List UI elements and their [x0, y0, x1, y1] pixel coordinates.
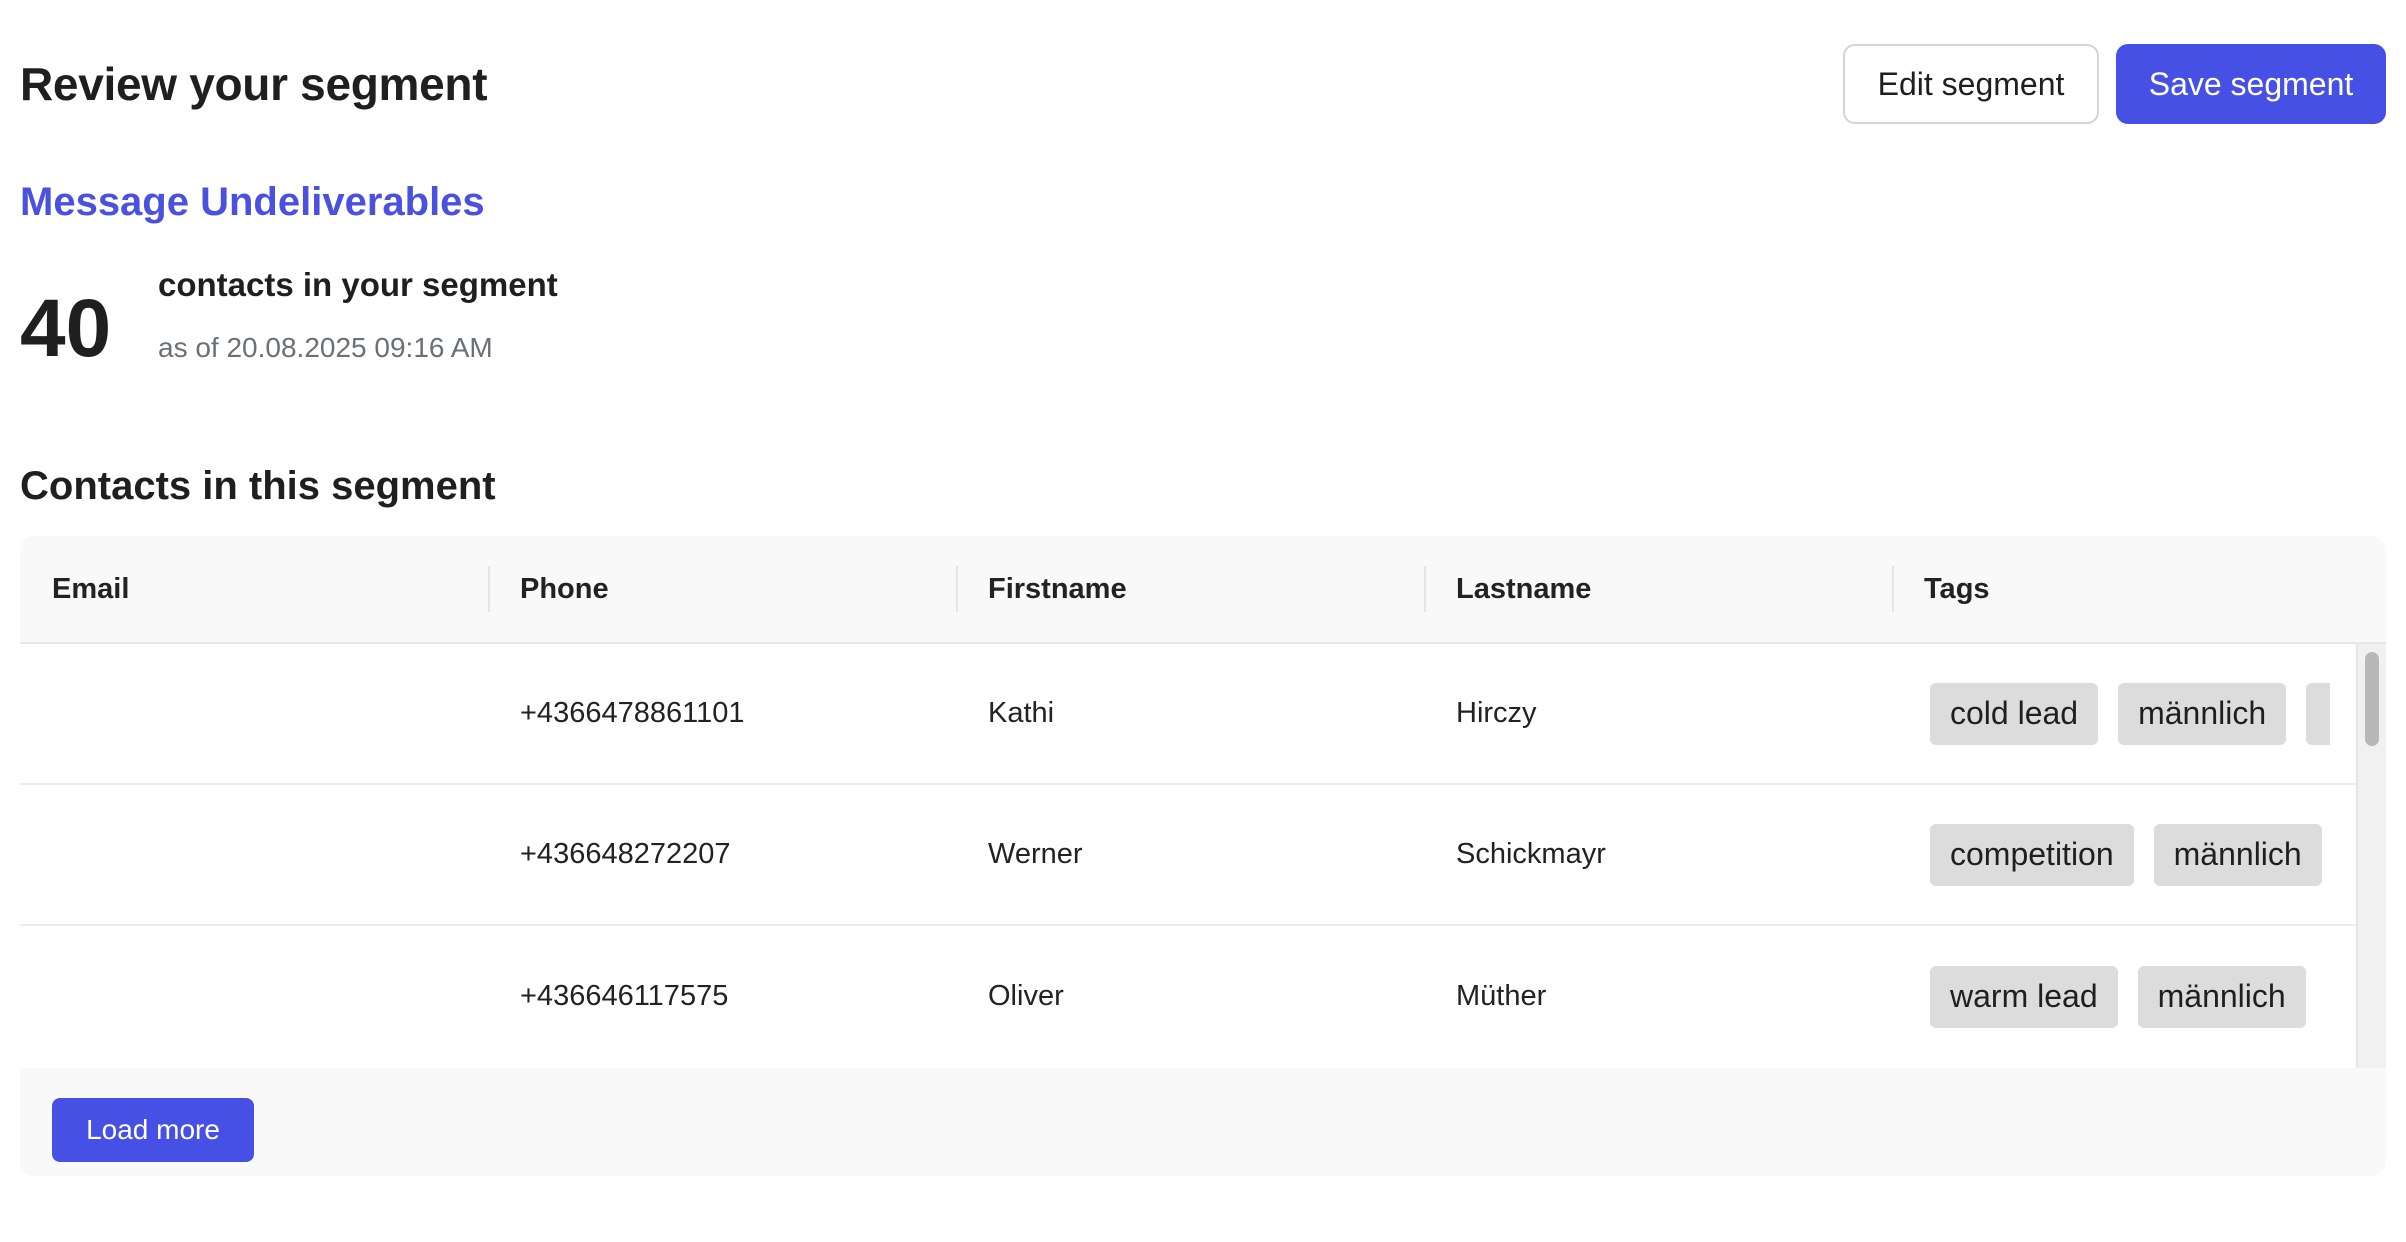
save-segment-button[interactable]: Save segment — [2116, 44, 2386, 124]
count-timestamp: as of 20.08.2025 09:16 AM — [158, 332, 493, 363]
page: Review your segment Edit segment Save se… — [0, 0, 2406, 1242]
cell-firstname: Werner — [988, 838, 1083, 870]
cell-tags: competition männlich — [1892, 785, 2330, 924]
tag-chip — [2306, 682, 2330, 745]
column-header-email[interactable]: Email — [20, 536, 488, 642]
cell-tags: cold lead männlich — [1892, 644, 2330, 783]
table-row[interactable]: +436648272207 Werner Schickmayr competit… — [20, 785, 2386, 926]
cell-lastname: Schickmayr — [1456, 838, 1606, 870]
tag-chip: competition — [1930, 823, 2134, 886]
segment-name: Message Undeliverables — [20, 180, 485, 224]
edit-segment-button[interactable]: Edit segment — [1843, 44, 2099, 124]
contacts-section-title: Contacts in this segment — [20, 464, 496, 508]
tag-chip: cold lead — [1930, 682, 2099, 745]
tag-chip: männlich — [2153, 823, 2322, 886]
column-header-lastname[interactable]: Lastname — [1424, 536, 1892, 642]
tag-chip: männlich — [2137, 965, 2306, 1028]
page-header: Review your segment Edit segment Save se… — [20, 44, 2386, 124]
cell-lastname: Müther — [1456, 980, 1547, 1012]
table-row[interactable]: +436646117575 Oliver Müther warm lead mä… — [20, 926, 2386, 1067]
table-body[interactable]: +4366478861101 Kathi Hirczy cold lead mä… — [20, 644, 2386, 1068]
cell-email — [20, 926, 488, 1067]
contacts-table: Email Phone Firstname Lastname Tags +436… — [20, 536, 2386, 1176]
column-header-phone[interactable]: Phone — [488, 536, 956, 642]
cell-tags: warm lead männlich — [1892, 926, 2330, 1067]
tag-chip: warm lead — [1930, 965, 2118, 1028]
cell-email — [20, 644, 488, 783]
table-header-row: Email Phone Firstname Lastname Tags — [20, 536, 2386, 644]
column-header-tags[interactable]: Tags — [1892, 536, 2360, 642]
cell-phone: +436648272207 — [520, 838, 731, 870]
cell-email — [20, 785, 488, 924]
page-title: Review your segment — [20, 58, 488, 110]
segment-count-summary: 40 contacts in your segment as of 20.08.… — [20, 262, 558, 370]
load-more-button[interactable]: Load more — [52, 1098, 254, 1162]
table-footer: Load more — [20, 1068, 2386, 1176]
table-row[interactable]: +4366478861101 Kathi Hirczy cold lead mä… — [20, 644, 2386, 785]
cell-lastname: Hirczy — [1456, 697, 1537, 729]
header-actions: Edit segment Save segment — [1843, 44, 2386, 124]
scrollbar-thumb[interactable] — [2365, 652, 2379, 746]
count-text: contacts in your segment as of 20.08.202… — [158, 262, 558, 364]
column-header-firstname[interactable]: Firstname — [956, 536, 1424, 642]
cell-phone: +4366478861101 — [520, 697, 745, 729]
table-scrollbar[interactable] — [2356, 644, 2386, 1068]
tag-chip: männlich — [2118, 682, 2287, 745]
contact-count: 40 — [20, 283, 112, 374]
cell-phone: +436646117575 — [520, 980, 729, 1012]
cell-firstname: Oliver — [988, 980, 1064, 1012]
cell-firstname: Kathi — [988, 697, 1055, 729]
contact-count-label: contacts in your segment — [158, 266, 558, 303]
